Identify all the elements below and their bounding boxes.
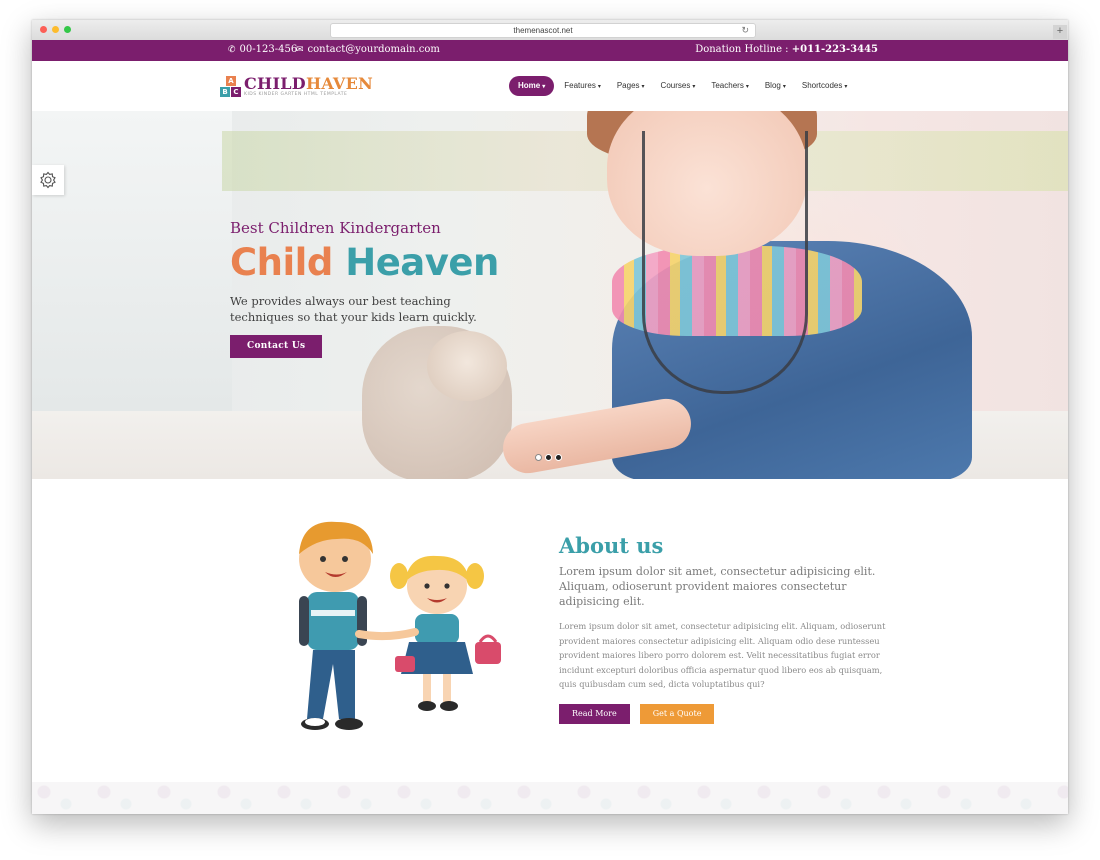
menu-item-courses[interactable]: Courses ▾ (653, 76, 704, 96)
kids-cartoon-illustration (299, 521, 501, 730)
minimize-window-button[interactable] (52, 26, 59, 33)
menu-label: Teachers (711, 81, 744, 90)
hero-bg-wall (32, 111, 232, 411)
logo-word-haven: HAVEN (305, 74, 374, 93)
logo-block-c: C (231, 87, 241, 97)
hero-caption: Best Children Kindergarten Child Heaven … (230, 219, 530, 358)
phone-number: 00-123-456 (239, 44, 298, 55)
logo-tagline: KIDS KINDER GARTEN HTML TEMPLATE (244, 92, 348, 97)
browser-window: themenascot.net ↻ + ✆ 00-123-456 ✉ contact… (32, 20, 1068, 814)
close-window-button[interactable] (40, 26, 47, 33)
stethoscope-image (642, 131, 808, 394)
chevron-down-icon: ▾ (692, 84, 696, 90)
get-a-quote-button[interactable]: Get a Quote (639, 703, 715, 724)
menu-label: Pages (616, 81, 640, 90)
address-bar[interactable]: themenascot.net ↻ (330, 23, 756, 38)
hero-description: We provides always our best teaching tec… (230, 294, 477, 324)
donation-hotline: Donation Hotline : +011-223-3445 (695, 44, 878, 55)
chevron-down-icon: ▾ (597, 84, 601, 90)
slide-dot-1[interactable] (535, 454, 542, 461)
slide-dot-3[interactable] (555, 454, 562, 461)
menu-item-features[interactable]: Features ▾ (556, 76, 609, 96)
main-menu: Home ▾ Features ▾ Pages ▾ Courses ▾ Teachers… (509, 76, 855, 96)
hero-title: Child Heaven (230, 243, 530, 283)
gear-icon (40, 171, 56, 189)
menu-label: Blog (764, 81, 781, 90)
logo-wordmark: CHILDHAVEN (244, 74, 373, 93)
top-info-bar: ✆ 00-123-456 ✉ contact@yourdomain.com Dona… (32, 40, 1068, 61)
maximize-window-button[interactable] (64, 26, 71, 33)
decorative-pattern-strip (32, 782, 1068, 814)
menu-label: Home (518, 81, 541, 90)
reload-icon[interactable]: ↻ (741, 24, 749, 37)
about-content: About us Lorem ipsum dolor sit amet, con… (559, 533, 889, 724)
chevron-down-icon: ▾ (542, 84, 546, 90)
about-body-text: Lorem ipsum dolor sit amet, consectetur … (559, 621, 886, 689)
about-section: About us Lorem ipsum dolor sit amet, con… (32, 479, 1068, 782)
logo-word-child: CHILD (244, 74, 306, 93)
email-contact[interactable]: ✉ contact@yourdomain.com (296, 44, 440, 55)
hotline-label: Donation Hotline : (695, 44, 789, 55)
about-lead-text: Lorem ipsum dolor sit amet, consectetur … (559, 565, 876, 608)
hotline-number[interactable]: +011-223-3445 (792, 44, 878, 55)
chevron-down-icon: ▾ (745, 84, 749, 90)
email-address: contact@yourdomain.com (307, 44, 440, 55)
menu-item-teachers[interactable]: Teachers ▾ (703, 76, 756, 96)
logo-block-b: B (220, 87, 230, 97)
hero-title-word2: Heaven (345, 241, 499, 284)
menu-label: Features (564, 81, 596, 90)
browser-chrome: themenascot.net ↻ (32, 20, 1068, 41)
envelope-icon: ✉ (296, 45, 304, 55)
hero-slider[interactable]: Best Children Kindergarten Child Heaven … (32, 111, 1068, 479)
main-navbar: A B C CHILDHAVEN KIDS KINDER GARTEN HTML… (32, 61, 1068, 111)
menu-label: Courses (660, 81, 691, 90)
menu-item-blog[interactable]: Blog ▾ (757, 76, 794, 96)
hero-title-word1: Child (230, 241, 333, 284)
slide-dot-2[interactable] (545, 454, 552, 461)
chevron-down-icon: ▾ (844, 84, 848, 90)
contact-us-button[interactable]: Contact Us (230, 335, 323, 358)
logo-block-a: A (226, 76, 236, 86)
about-title: About us (559, 533, 664, 558)
hero-subtitle: Best Children Kindergarten (230, 219, 441, 237)
menu-label: Shortcodes (801, 81, 843, 90)
about-actions: Read More Get a Quote (559, 703, 889, 724)
phone-contact[interactable]: ✆ 00-123-456 (228, 44, 297, 55)
abc-blocks-icon: A B C (220, 76, 242, 98)
chevron-down-icon: ▾ (782, 84, 786, 90)
menu-item-home[interactable]: Home ▾ (509, 76, 555, 96)
settings-toggle-button[interactable] (32, 165, 64, 195)
menu-item-shortcodes[interactable]: Shortcodes ▾ (794, 76, 855, 96)
phone-icon: ✆ (228, 45, 236, 55)
slider-pagination (535, 454, 562, 461)
menu-item-pages[interactable]: Pages ▾ (609, 76, 653, 96)
address-bar-url: themenascot.net (513, 26, 573, 35)
chevron-down-icon: ▾ (641, 84, 645, 90)
new-tab-button[interactable]: + (1053, 25, 1067, 39)
site-logo[interactable]: A B C CHILDHAVEN KIDS KINDER GARTEN HTML… (220, 73, 373, 99)
read-more-button[interactable]: Read More (559, 703, 630, 724)
